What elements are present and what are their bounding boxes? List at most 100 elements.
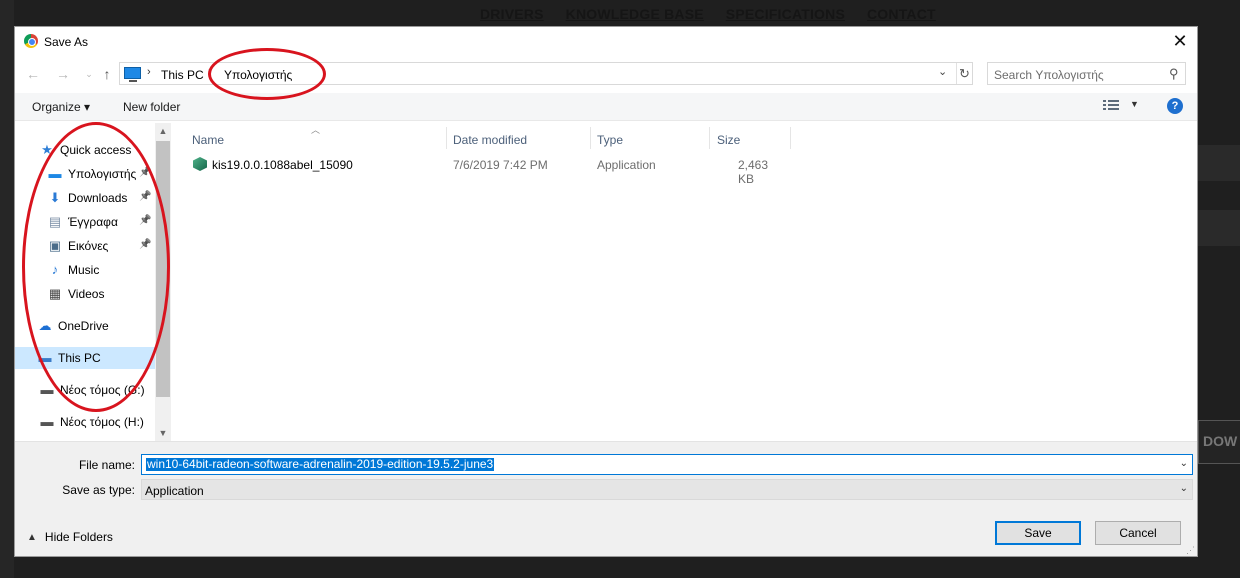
background-site-nav: DRIVERS KNOWLEDGE BASE SPECIFICATIONS CO… <box>480 6 936 22</box>
view-dropdown-icon[interactable]: ▼ <box>1130 99 1139 109</box>
sidebar-item[interactable]: ▬ Νέος τόμος (G:) <box>15 379 155 401</box>
sort-ascending-icon: ︿ <box>311 125 321 135</box>
cloud-icon: ☁ <box>38 318 52 333</box>
column-header-name[interactable]: Name <box>192 133 224 147</box>
application-file-icon <box>193 157 207 171</box>
nav-link-contact[interactable]: CONTACT <box>867 6 936 22</box>
sidebar-item-label: Downloads <box>68 191 128 205</box>
save-as-type-dropdown-icon[interactable]: ⌄ <box>1180 483 1188 494</box>
scroll-thumb[interactable] <box>156 141 170 397</box>
navigation-pane: ★ Quick access ▬ Υπολογιστής 📌 ⬇ Downloads 📌 ▤ Έγ… <box>15 123 169 441</box>
column-divider[interactable] <box>446 127 447 149</box>
search-icon: ⚲ <box>1169 66 1179 81</box>
dialog-title: Save As <box>44 35 89 49</box>
view-options-icon[interactable] <box>1103 100 1119 112</box>
save-as-type-label: Save as type: <box>62 483 135 497</box>
pin-icon[interactable]: 📌 <box>139 167 151 178</box>
file-list: ︿ Name Date modified Type Size kis19.0.0… <box>171 123 1197 441</box>
sidebar-item[interactable]: ▦ Videos <box>15 283 155 305</box>
save-as-type-select[interactable]: Application ⌄ <box>141 479 1193 500</box>
pin-icon[interactable]: 📌 <box>139 191 151 202</box>
resize-grip-icon[interactable]: ⋰ <box>1186 545 1195 556</box>
sidebar-item[interactable]: ♪ Music <box>15 259 155 281</box>
sidebar-item-label: Νέος τόμος (H:) <box>60 415 144 429</box>
scroll-up-icon[interactable]: ▲ <box>155 123 171 139</box>
music-icon: ♪ <box>51 262 59 277</box>
save-button[interactable]: Save <box>995 521 1081 545</box>
nav-link-specifications[interactable]: SPECIFICATIONS <box>726 6 845 22</box>
sidebar-item[interactable]: ★ Quick access <box>15 139 155 161</box>
breadcrumb-current-folder[interactable]: Υπολογιστής <box>224 68 292 82</box>
pictures-icon: ▣ <box>48 238 62 253</box>
column-divider[interactable] <box>790 127 791 149</box>
address-bar[interactable]: › This PC › Υπολογιστής ⌄ ↻ <box>119 62 973 85</box>
background-download-button[interactable]: DOW <box>1198 420 1240 464</box>
column-header-type[interactable]: Type <box>597 133 623 147</box>
save-as-type-value: Application <box>145 484 204 498</box>
file-name-input[interactable]: win10-64bit-radeon-software-adrenalin-20… <box>141 454 1193 475</box>
sidebar-item[interactable]: ▣ Εικόνες 📌 <box>15 235 155 257</box>
column-header-date-modified[interactable]: Date modified <box>453 133 527 147</box>
this-pc-icon <box>124 67 141 82</box>
sidebar-item-label: Videos <box>68 287 105 301</box>
help-icon[interactable]: ? <box>1167 98 1183 114</box>
recent-locations-chevron-icon[interactable]: ⌄ <box>79 64 99 84</box>
nav-link-drivers[interactable]: DRIVERS <box>480 6 544 22</box>
organize-button[interactable]: Organize ▾ <box>32 100 90 114</box>
search-placeholder: Search Υπολογιστής <box>994 68 1104 82</box>
breadcrumb-separator: › <box>208 66 212 78</box>
file-name: kis19.0.0.1088abel_15090 <box>212 158 353 172</box>
breadcrumb-this-pc[interactable]: This PC <box>161 68 204 82</box>
save-options-panel: File name: win10-64bit-radeon-software-a… <box>15 441 1197 556</box>
new-folder-button[interactable]: New folder <box>123 100 180 114</box>
column-divider[interactable] <box>590 127 591 149</box>
sidebar-item[interactable]: ▬ This PC <box>15 347 155 369</box>
sidebar-item[interactable]: ▬ Υπολογιστής 📌 <box>15 163 155 185</box>
command-toolbar: Organize ▾ New folder ▼ ? <box>15 93 1197 121</box>
sidebar-item-label: Quick access <box>60 143 132 157</box>
refresh-icon[interactable]: ↻ <box>956 63 972 84</box>
background-left-edge <box>0 0 14 578</box>
up-arrow-icon[interactable]: ↑ <box>97 64 117 84</box>
sidebar-item[interactable]: ⬇ Downloads 📌 <box>15 187 155 209</box>
nav-link-knowledge-base[interactable]: KNOWLEDGE BASE <box>566 6 704 22</box>
column-divider[interactable] <box>709 127 710 149</box>
sidebar-item[interactable]: ▬ Νέος τόμος (H:) <box>15 411 155 433</box>
file-type: Application <box>597 158 656 172</box>
hide-folders-label: Hide Folders <box>44 530 113 544</box>
sidebar-item[interactable]: ☁ OneDrive <box>15 315 155 337</box>
cancel-button[interactable]: Cancel <box>1095 521 1181 545</box>
title-bar: Save As ✕ <box>15 27 1197 57</box>
sidebar-item-label: Music <box>68 263 100 277</box>
file-row[interactable]: kis19.0.0.1088abel_15090 7/6/2019 7:42 P… <box>187 153 787 186</box>
search-input[interactable]: Search Υπολογιστής ⚲ <box>987 62 1186 85</box>
star-icon: ★ <box>41 142 53 157</box>
pc-icon: ▬ <box>38 350 52 365</box>
close-button[interactable]: ✕ <box>1163 27 1197 55</box>
navigation-scrollbar[interactable]: ▲ ▼ <box>155 123 171 441</box>
file-size: 2,463 KB <box>738 158 769 186</box>
sidebar-item-label: Υπολογιστής <box>68 167 137 181</box>
back-arrow-icon[interactable]: ← <box>23 64 43 84</box>
pin-icon[interactable]: 📌 <box>139 215 151 226</box>
address-row: ← → ⌄ ↑ › This PC › Υπολογιστής ⌄ ↻ Sear… <box>15 61 1197 87</box>
scroll-down-icon[interactable]: ▼ <box>155 425 171 441</box>
computer-icon: ▬ <box>48 166 62 181</box>
sidebar-item-label: Έγγραφα <box>68 215 118 229</box>
file-name-dropdown-icon[interactable]: ⌄ <box>1180 458 1188 469</box>
sidebar-item-label: Εικόνες <box>68 239 109 253</box>
video-icon: ▦ <box>48 286 62 301</box>
forward-arrow-icon[interactable]: → <box>53 64 73 84</box>
sidebar-item[interactable]: ▤ Έγγραφα 📌 <box>15 211 155 233</box>
address-dropdown-icon[interactable]: ⌄ <box>938 65 947 78</box>
column-header-size[interactable]: Size <box>717 133 740 147</box>
drive-icon: ▬ <box>40 382 54 397</box>
sidebar-item-label: Νέος τόμος (G:) <box>60 383 145 397</box>
chevron-up-icon: ▲ <box>27 531 37 543</box>
hide-folders-toggle[interactable]: ▲ Hide Folders <box>27 530 113 544</box>
drive-icon: ▬ <box>40 414 54 429</box>
pin-icon[interactable]: 📌 <box>139 239 151 250</box>
file-name-value: win10-64bit-radeon-software-adrenalin-20… <box>146 457 495 471</box>
file-date-modified: 7/6/2019 7:42 PM <box>453 158 548 172</box>
sidebar-item-label: This PC <box>58 351 101 365</box>
